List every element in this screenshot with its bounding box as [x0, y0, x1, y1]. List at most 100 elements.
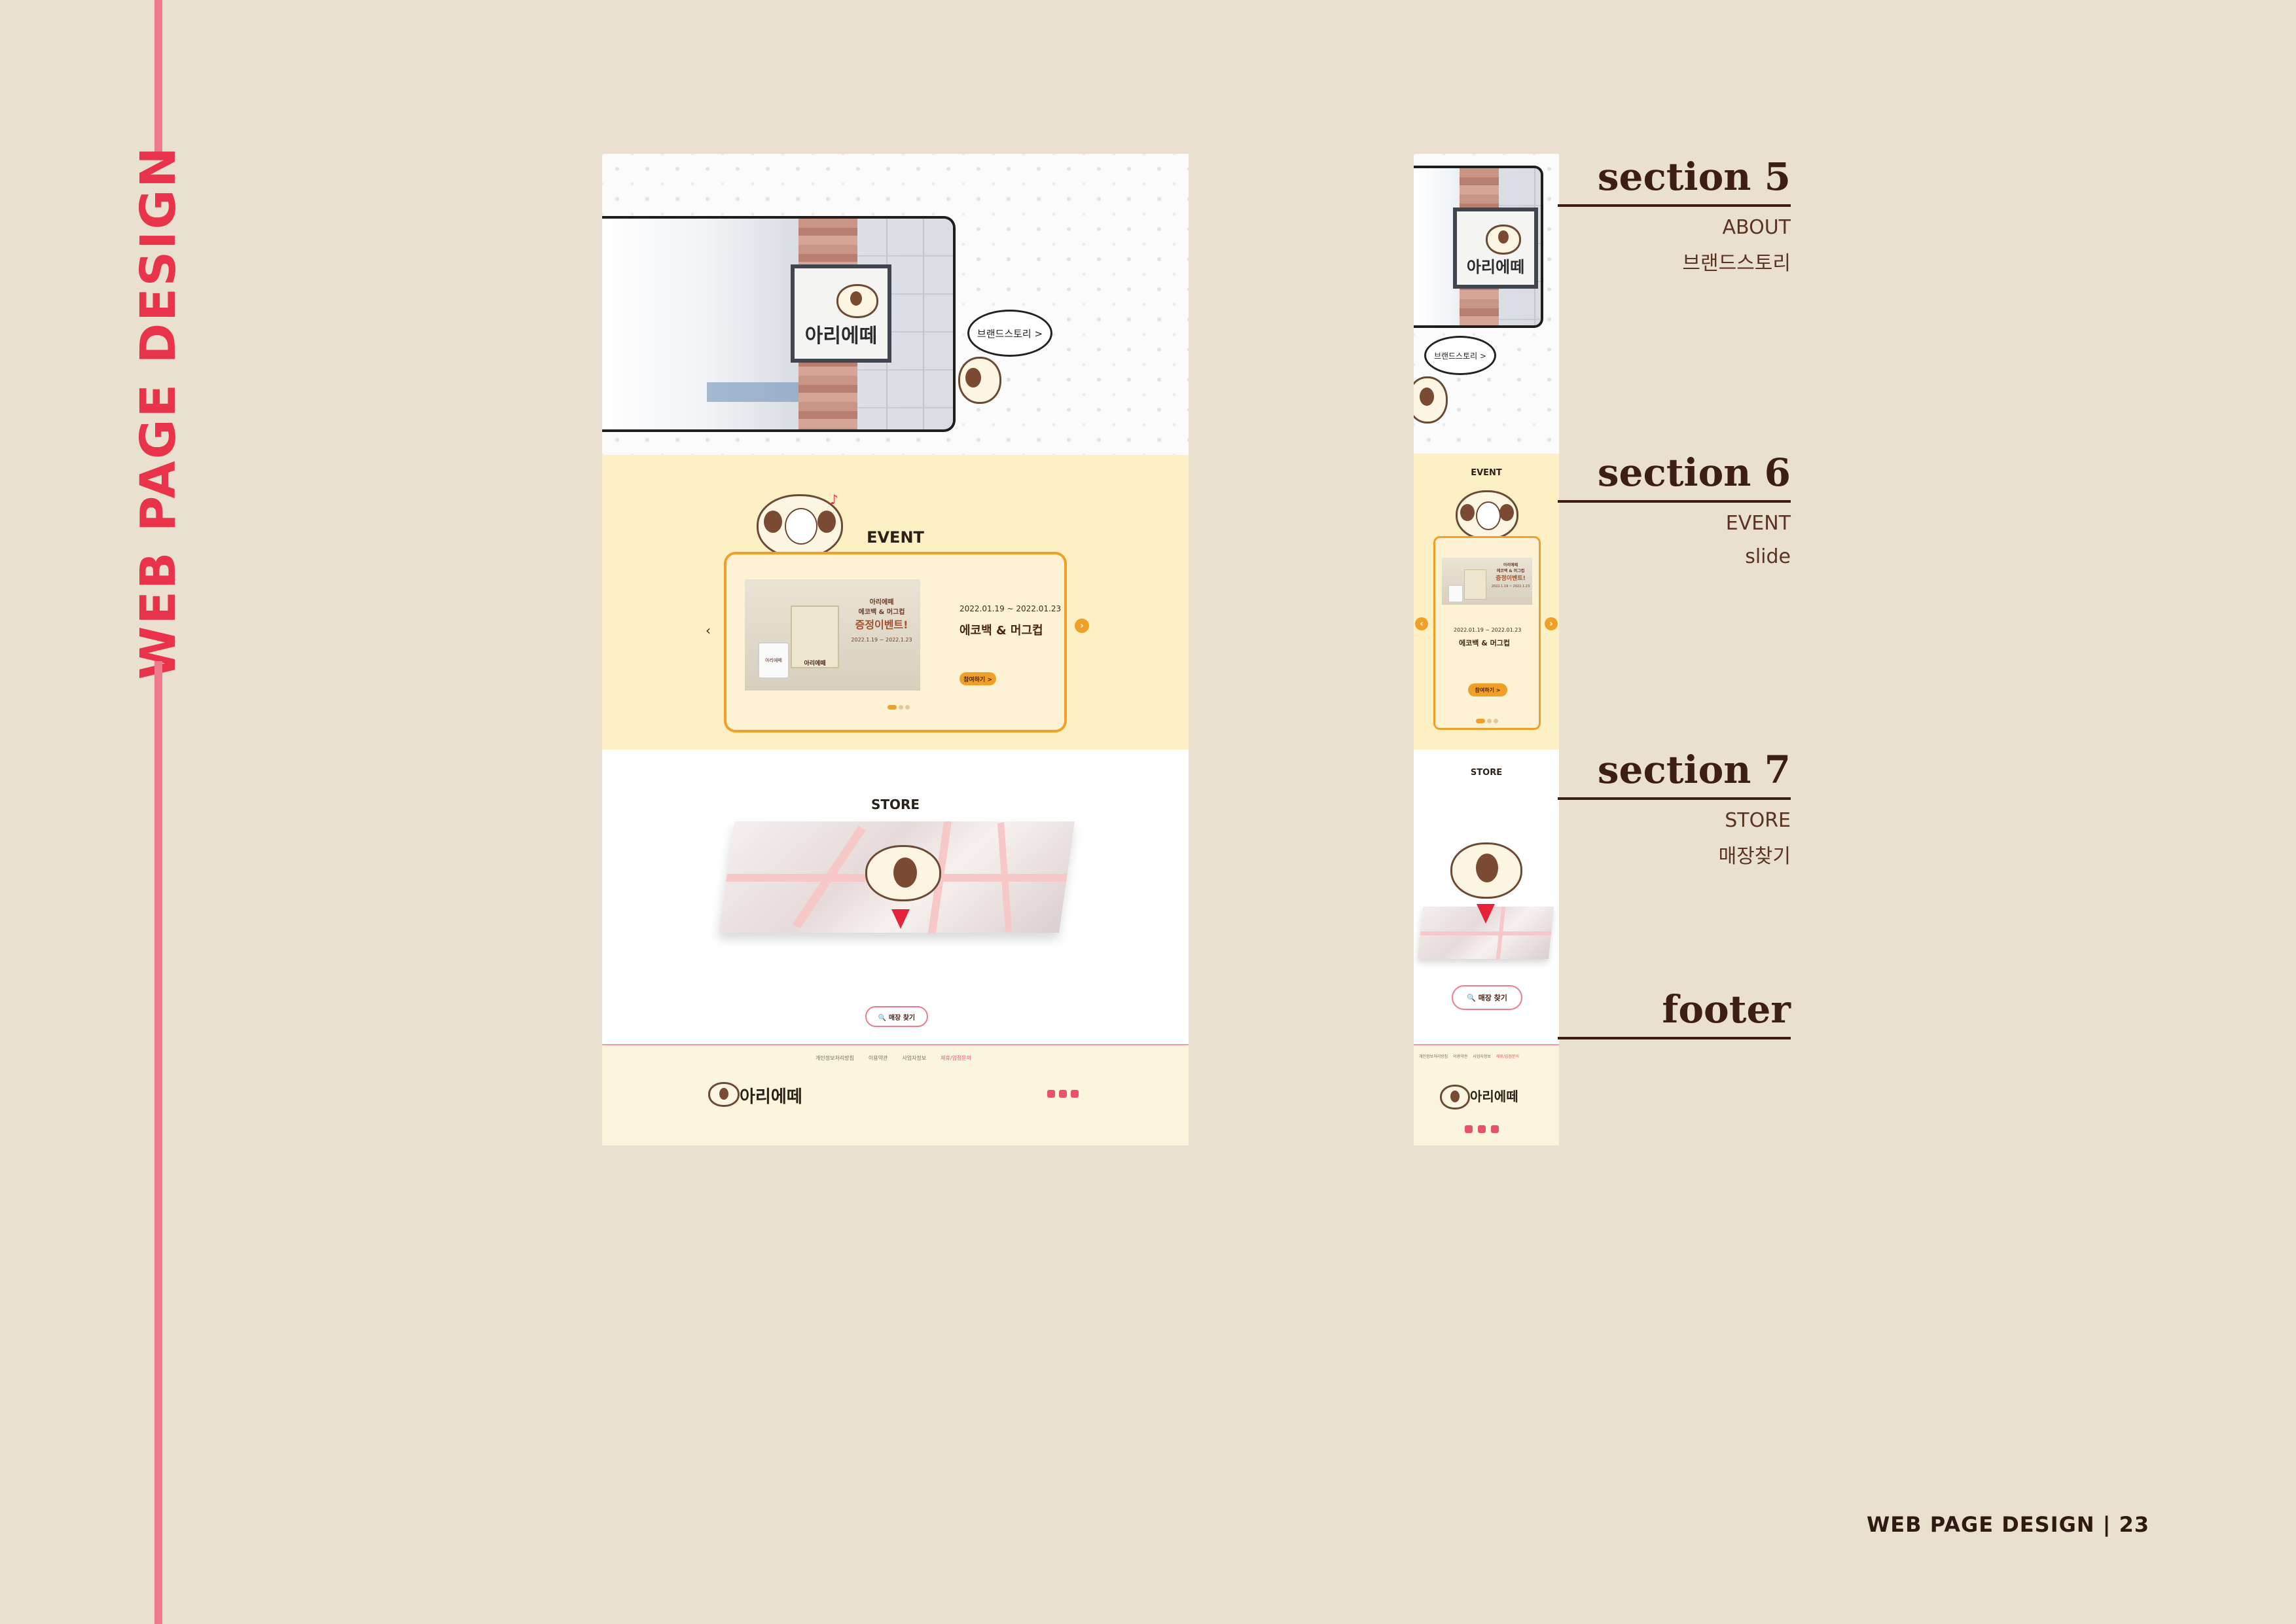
mobile-eco-bag — [1464, 569, 1486, 600]
mobile-store-section: STORE 🔍 매장 찾기 — [1414, 749, 1559, 1044]
slide-dot-active[interactable] — [888, 705, 897, 710]
promo-line-3: 증정이벤트! — [855, 619, 908, 631]
mobile-slide-next-button[interactable]: › — [1545, 617, 1558, 630]
brand-story-bubble[interactable]: 브랜드스토리 > — [967, 310, 1052, 357]
mobile-join-event-button[interactable]: 참여하기 > — [1468, 683, 1507, 696]
event-date-range: 2022.01.19 ~ 2022.01.23 — [960, 604, 1062, 613]
brand-story-label: 브랜드스토리 > — [977, 327, 1043, 340]
site-footer: 개인정보처리방침 이용약관 사업자정보 제휴/입점문의 아리에떼 — [602, 1044, 1189, 1146]
sheep-mascot-icon — [1450, 842, 1522, 899]
section-6-title: section 6 — [1597, 450, 1791, 495]
sheep-mascot-icon — [1440, 1085, 1470, 1110]
promo-text-block: 아리에떼 에코백 & 머그컵 증정이벤트! 2022.1.19 ~ 2022.1… — [843, 596, 920, 643]
sky-strip — [707, 382, 798, 402]
sheep-mascot-icon — [1486, 225, 1521, 255]
bag-text: 아리에떼 — [804, 660, 826, 667]
join-event-button[interactable]: 참여하기 > — [960, 672, 996, 685]
section-5-rule — [1558, 204, 1791, 207]
footer-logo[interactable]: 아리에떼 — [740, 1083, 802, 1108]
sheep-face — [893, 857, 917, 888]
footer-nav: 개인정보처리방침 이용약관 사업자정보 제휴/입점문의 — [816, 1055, 971, 1062]
map-pin-icon — [891, 909, 910, 929]
instagram-icon[interactable] — [1478, 1125, 1486, 1133]
mobile-event-product-name: 에코백 & 머그컵 — [1459, 639, 1510, 647]
store-heading: STORE — [870, 797, 920, 812]
mobile-about-section: 아리에떼 브랜드스토리 > — [1414, 154, 1559, 455]
section-6-rule — [1558, 500, 1791, 503]
mobile-brand-story-bubble[interactable]: 브랜드스토리 > — [1424, 336, 1496, 375]
mobile-footer-logo[interactable]: 아리에떼 — [1470, 1086, 1518, 1105]
footer-social — [1047, 1090, 1079, 1098]
sheep-mascot-icon — [836, 284, 878, 318]
mobile-shop-sign-text: 아리에떼 — [1466, 258, 1525, 276]
sheep-face — [1420, 388, 1434, 406]
sheep-mascot-icon — [1414, 376, 1448, 424]
sheep-face — [1450, 1091, 1460, 1102]
mobile-slide-prev-button[interactable]: ‹ — [1415, 617, 1428, 630]
sheep-horn-right — [1499, 504, 1514, 521]
mobile-brand-photo: 아리에떼 — [1414, 166, 1543, 328]
mobile-store-heading: STORE — [1470, 768, 1503, 778]
mobile-event-heading: EVENT — [1471, 468, 1502, 478]
footer-link-business[interactable]: 사업자정보 — [902, 1055, 926, 1062]
promo-line-1: 아리에떼 — [869, 599, 894, 606]
section-5-sub1: ABOUT — [1722, 216, 1791, 239]
promo-line-2: 에코백 & 머그컵 — [858, 609, 905, 616]
mobile-mug — [1448, 585, 1463, 602]
footer-link-business[interactable]: 사업자정보 — [1473, 1053, 1491, 1059]
sheep-horn-left — [1460, 504, 1475, 521]
mobile-event-slide-card: 아리에떼 에코백 & 머그컵 증정이벤트! 2022.1.19 ~ 2022.1… — [1433, 536, 1541, 730]
sheep-horn-right — [817, 511, 836, 533]
section-6-sub1: EVENT — [1725, 512, 1791, 535]
shop-sign-text: 아리에떼 — [804, 325, 878, 348]
desktop-mockup: 아리에떼 브랜드스토리 > ♪ EVENT ‹ 아리에떼 에코백 & 머그컵 증… — [602, 154, 1189, 1146]
slide-dots — [888, 705, 910, 710]
section-7-title: section 7 — [1597, 748, 1791, 792]
mobile-promo-line-1: 아리에떼 — [1503, 563, 1518, 568]
slide-prev-button[interactable]: ‹ — [706, 623, 711, 638]
twitter-icon[interactable] — [1465, 1125, 1473, 1133]
youtube-icon[interactable] — [1491, 1125, 1499, 1133]
footer-link-partner[interactable]: 제휴/입점문의 — [941, 1055, 971, 1062]
footer-link-privacy[interactable]: 개인정보처리방침 — [1419, 1053, 1448, 1059]
twitter-icon[interactable] — [1047, 1090, 1055, 1098]
slide-dot[interactable] — [899, 705, 903, 710]
mobile-promo-text-block: 아리에떼 에코백 & 머그컵 증정이벤트! 2022.1.19 ~ 2022.1… — [1490, 562, 1531, 588]
event-section: ♪ EVENT ‹ 아리에떼 에코백 & 머그컵 증정이벤트! 2022.1.1… — [602, 455, 1189, 749]
section-6-label: section 6 EVENT slide — [1558, 450, 1791, 568]
slide-dot-active[interactable] — [1476, 719, 1485, 723]
footer-link-privacy[interactable]: 개인정보처리방침 — [816, 1055, 854, 1062]
promo-date: 2022.1.19 ~ 2022.1.23 — [851, 637, 912, 643]
music-note-icon: ♪ — [830, 492, 838, 507]
store-section: STORE 🔍 매장 찾기 — [602, 749, 1189, 1044]
shop-sign: 아리에떼 — [791, 264, 891, 363]
slide-dot[interactable] — [1494, 719, 1498, 723]
mobile-slide-dots — [1476, 719, 1498, 723]
mobile-event-promo-image: 아리에떼 에코백 & 머그컵 증정이벤트! 2022.1.19 ~ 2022.1… — [1442, 558, 1532, 605]
event-heading: EVENT — [867, 528, 924, 547]
side-title: WEB PAGE DESIGN — [130, 145, 187, 680]
footer-link-partner[interactable]: 제휴/입점문의 — [1496, 1053, 1519, 1059]
eco-bag: 아리에떼 — [791, 605, 839, 668]
find-store-button[interactable]: 🔍 매장 찾기 — [865, 1006, 928, 1027]
slide-dot[interactable] — [1487, 719, 1492, 723]
footer-link-terms[interactable]: 이용약관 — [869, 1055, 888, 1062]
footer-label-rule — [1558, 1037, 1791, 1039]
brand-photo: 아리에떼 — [602, 216, 956, 432]
footer-link-terms[interactable]: 이용약관 — [1453, 1053, 1467, 1059]
side-line-bottom — [154, 661, 162, 1624]
mobile-footer-social — [1465, 1125, 1499, 1133]
section-7-sub2: 매장찾기 — [1718, 845, 1791, 868]
sheep-face — [850, 291, 862, 306]
mobile-site-footer: 개인정보처리방침 이용약관 사업자정보 제휴/입점문의 아리에떼 — [1414, 1044, 1559, 1146]
sheep-face — [1498, 230, 1509, 244]
youtube-icon[interactable] — [1071, 1090, 1079, 1098]
mobile-find-store-button[interactable]: 🔍 매장 찾기 — [1452, 985, 1522, 1010]
mobile-event-date-range: 2022.01.19 ~ 2022.01.23 — [1454, 627, 1522, 633]
instagram-icon[interactable] — [1059, 1090, 1067, 1098]
event-slide-card: 아리에떼 에코백 & 머그컵 증정이벤트! 2022.1.19 ~ 2022.1… — [724, 552, 1067, 732]
section-7-rule — [1558, 797, 1791, 800]
slide-dot[interactable] — [905, 705, 910, 710]
section-5-title: section 5 — [1597, 154, 1791, 199]
slide-next-button[interactable]: › — [1075, 619, 1089, 633]
